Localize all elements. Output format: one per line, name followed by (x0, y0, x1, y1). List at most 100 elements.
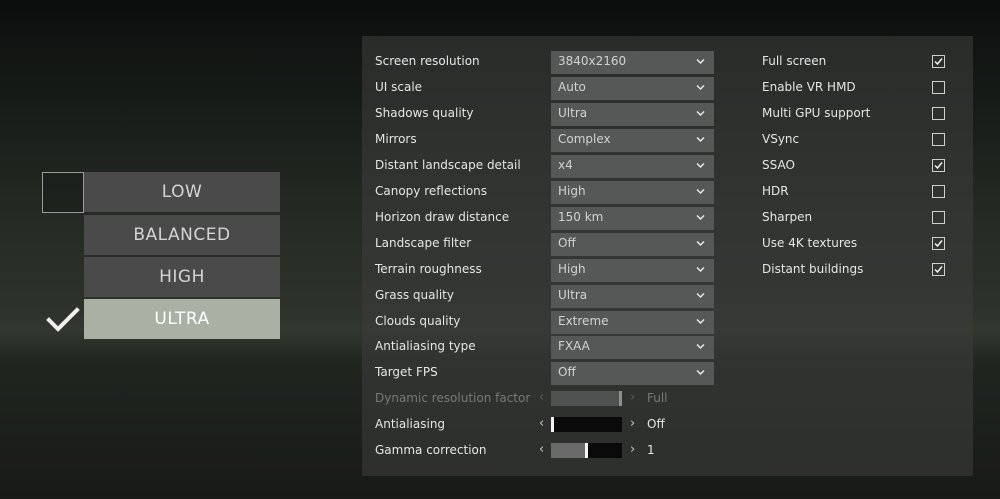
sharpen-checkbox[interactable] (932, 211, 945, 224)
dropdown-value: Ultra (558, 106, 588, 120)
multi-gpu-support-checkbox[interactable] (932, 107, 945, 120)
canopy-reflections-dropdown[interactable]: High (551, 181, 714, 204)
setting-terrain-roughness: Terrain roughness High (375, 259, 714, 282)
dropdown-value: Off (558, 236, 576, 250)
dropdown-value: Auto (558, 80, 586, 94)
ssao-checkbox[interactable] (932, 159, 945, 172)
chevron-down-icon (696, 162, 705, 169)
terrain-roughness-dropdown[interactable]: High (551, 259, 714, 282)
clouds-quality-dropdown[interactable]: Extreme (551, 311, 714, 334)
slider-thumb[interactable] (585, 443, 588, 458)
setting-antialiasing: Antialiasing ‹ › Off (375, 414, 701, 436)
slider-thumb (619, 391, 622, 406)
chevron-down-icon (696, 214, 705, 221)
vsync-checkbox[interactable] (932, 133, 945, 146)
toggle-hdr: HDR (762, 181, 948, 203)
full-screen-checkbox[interactable] (932, 55, 945, 68)
setting-label: Horizon draw distance (375, 210, 510, 224)
preset-ultra-button[interactable]: ULTRA (84, 299, 280, 339)
toggle-enable-vr-hmd: Enable VR HMD (762, 77, 948, 99)
toggle-sharpen: Sharpen (762, 207, 948, 229)
gamma-correction-slider[interactable] (551, 443, 622, 458)
slider-decrease-arrow[interactable]: ‹ (539, 442, 544, 457)
toggle-vsync: VSync (762, 129, 948, 151)
checkbox-label: HDR (762, 184, 789, 198)
setting-label: Antialiasing type (375, 339, 476, 353)
setting-label: Distant landscape detail (375, 158, 521, 172)
setting-label: Terrain roughness (375, 262, 482, 276)
checkbox-label: Sharpen (762, 210, 813, 224)
screen-resolution-dropdown[interactable]: 3840x2160 (551, 51, 714, 74)
dropdown-value: 3840x2160 (558, 54, 627, 68)
chevron-down-icon (696, 369, 705, 376)
toggle-distant-buildings: Distant buildings (762, 259, 948, 281)
settings-panel: Screen resolution 3840x2160 UI scale Aut… (362, 36, 973, 476)
toggle-use-4k-textures: Use 4K textures (762, 233, 948, 255)
antialiasing-slider[interactable] (551, 417, 622, 432)
setting-mirrors: Mirrors Complex (375, 129, 714, 152)
dropdown-value: 150 km (558, 210, 604, 224)
target-fps-dropdown[interactable]: Off (551, 362, 714, 385)
setting-label: Target FPS (375, 365, 438, 379)
setting-clouds-quality: Clouds quality Extreme (375, 311, 714, 334)
setting-screen-resolution: Screen resolution 3840x2160 (375, 51, 714, 74)
chevron-down-icon (696, 84, 705, 91)
slider-fill (551, 391, 622, 406)
setting-label: Landscape filter (375, 236, 472, 250)
check-icon (934, 266, 943, 274)
grass-quality-dropdown[interactable]: Ultra (551, 285, 714, 308)
preset-low-button[interactable]: LOW (84, 172, 280, 212)
slider-increase-arrow[interactable]: › (630, 416, 635, 431)
chevron-down-icon (696, 266, 705, 273)
setting-label: UI scale (375, 80, 423, 94)
preset-indicator-box (42, 172, 84, 213)
check-icon (934, 162, 943, 170)
shadows-quality-dropdown[interactable]: Ultra (551, 103, 714, 126)
chevron-down-icon (696, 343, 705, 350)
setting-gamma-correction: Gamma correction ‹ › 1 (375, 440, 701, 462)
dropdown-value: FXAA (558, 339, 590, 353)
toggle-ssao: SSAO (762, 155, 948, 177)
horizon-draw-distance-dropdown[interactable]: 150 km (551, 207, 714, 230)
setting-label: Canopy reflections (375, 184, 488, 198)
chevron-down-icon (696, 58, 705, 65)
distant-landscape-detail-dropdown[interactable]: x4 (551, 155, 714, 178)
landscape-filter-dropdown[interactable]: Off (551, 233, 714, 256)
setting-label: Dynamic resolution factor (375, 391, 531, 405)
check-icon (934, 58, 943, 66)
hdr-checkbox[interactable] (932, 185, 945, 198)
slider-decrease-arrow: ‹ (539, 390, 545, 405)
dropdown-value: Off (558, 365, 576, 379)
checkbox-label: VSync (762, 132, 800, 146)
setting-target-fps: Target FPS Off (375, 362, 714, 385)
slider-increase-arrow[interactable]: › (630, 442, 635, 457)
setting-antialiasing-type: Antialiasing type FXAA (375, 336, 714, 359)
slider-thumb[interactable] (551, 417, 554, 432)
setting-grass-quality: Grass quality Ultra (375, 285, 714, 308)
dropdown-value: Ultra (558, 288, 588, 302)
setting-label: Antialiasing (375, 417, 446, 431)
setting-shadows-quality: Shadows quality Ultra (375, 103, 714, 126)
slider-value: Full (647, 391, 668, 405)
checkbox-label: Use 4K textures (762, 236, 858, 250)
dropdown-value: Complex (558, 132, 611, 146)
check-icon (934, 240, 943, 248)
setting-label: Gamma correction (375, 443, 487, 457)
distant-buildings-checkbox[interactable] (932, 263, 945, 276)
mirrors-dropdown[interactable]: Complex (551, 129, 714, 152)
ui-scale-dropdown[interactable]: Auto (551, 77, 714, 100)
checkbox-label: Multi GPU support (762, 106, 871, 120)
checkbox-label: SSAO (762, 158, 795, 172)
slider-value: Off (647, 417, 665, 431)
slider-decrease-arrow[interactable]: ‹ (539, 416, 544, 431)
checkbox-label: Distant buildings (762, 262, 864, 276)
enable-vr-hmd-checkbox[interactable] (932, 81, 945, 94)
slider-value: 1 (647, 443, 655, 457)
setting-horizon-draw-distance: Horizon draw distance 150 km (375, 207, 714, 230)
preset-balanced-button[interactable]: BALANCED (84, 215, 280, 255)
setting-distant-landscape-detail: Distant landscape detail x4 (375, 155, 714, 178)
setting-label: Shadows quality (375, 106, 474, 120)
preset-high-button[interactable]: HIGH (84, 257, 280, 297)
use-4k-textures-checkbox[interactable] (932, 237, 945, 250)
antialiasing-type-dropdown[interactable]: FXAA (551, 336, 714, 359)
